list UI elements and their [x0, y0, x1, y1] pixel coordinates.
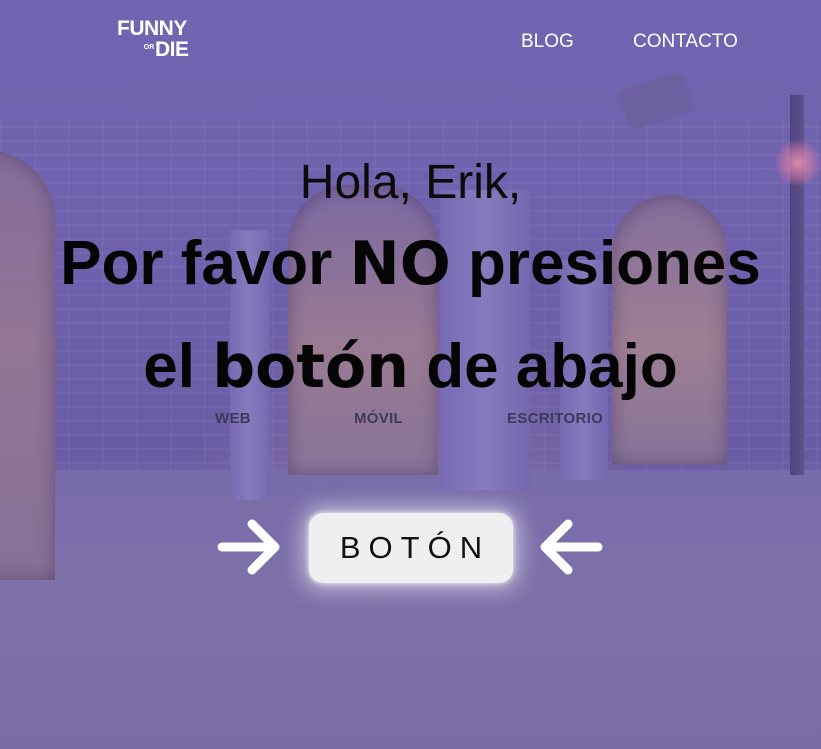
platform-label-web: WEB — [215, 410, 251, 427]
platform-label-escritorio: ESCRITORIO — [507, 410, 604, 427]
nav-link-contacto[interactable]: CONTACTO — [633, 31, 738, 53]
logo-text-funny: FUNNY — [117, 17, 187, 40]
headline-emphasis: NO — [349, 229, 451, 299]
arrow-left-icon — [540, 519, 603, 575]
logo-text-or: OR — [143, 44, 155, 51]
headline-text: Por favor — [60, 229, 350, 298]
platform-label-movil: MÓVIL — [354, 410, 403, 427]
headline-emphasis: botón — [212, 332, 409, 402]
arrow-right-icon — [217, 519, 280, 575]
logo-text-die: DIE — [155, 38, 189, 61]
page: FUNNY OR DIE BLOG CONTACTO Hola, Erik, P… — [0, 0, 821, 749]
headline-text: de abajo — [408, 332, 678, 401]
nav-link-blog[interactable]: BLOG — [521, 31, 574, 53]
headline-text: presiones — [450, 229, 761, 298]
funny-or-die-logo[interactable]: FUNNY OR DIE — [117, 18, 201, 64]
greeting-text: Hola, Erik, — [299, 156, 522, 209]
headline-line-2: el botón de abajo — [0, 332, 821, 402]
main-button[interactable]: BOTÓN — [309, 513, 513, 583]
headline-text: el — [143, 332, 213, 401]
headline-line-1: Por favor NO presiones — [0, 229, 821, 299]
